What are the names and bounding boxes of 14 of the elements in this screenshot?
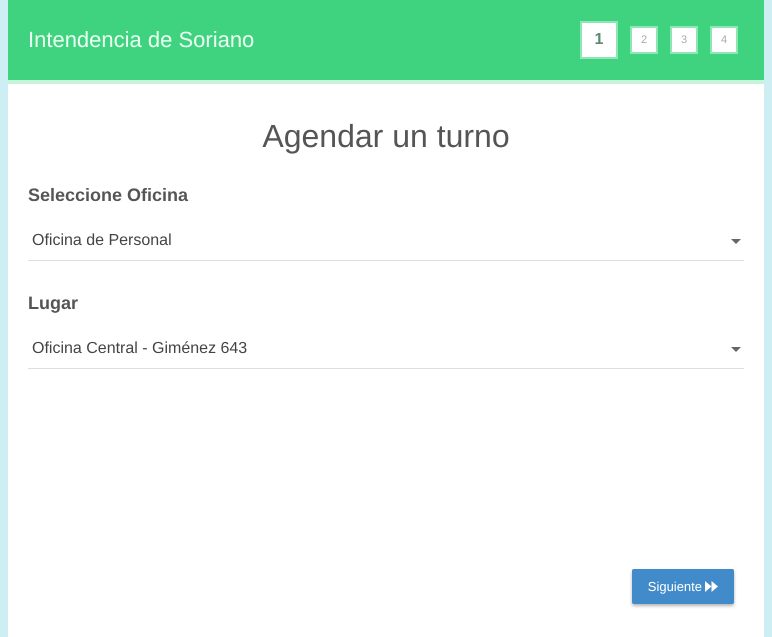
dropdown-field[interactable]: Oficina de Personal: [28, 224, 744, 261]
step-indicator[interactable]: 1: [580, 21, 618, 59]
step-indicator[interactable]: 2: [630, 26, 658, 54]
field-label: Lugar: [28, 293, 80, 314]
caret-icon: [731, 238, 741, 244]
field-label: Seleccione Oficina: [28, 185, 190, 206]
form-title: Agendar un turno: [261, 118, 511, 155]
fast-forward-icon: [705, 581, 718, 592]
caret-icon: [731, 346, 741, 352]
dropdown-field[interactable]: Oficina Central - Giménez 643: [28, 332, 744, 369]
app-title: Intendencia de Soriano: [28, 27, 254, 53]
step-indicator[interactable]: 4: [710, 26, 738, 54]
next-button[interactable]: Siguiente: [632, 569, 734, 604]
step-indicator[interactable]: 3: [670, 26, 698, 54]
